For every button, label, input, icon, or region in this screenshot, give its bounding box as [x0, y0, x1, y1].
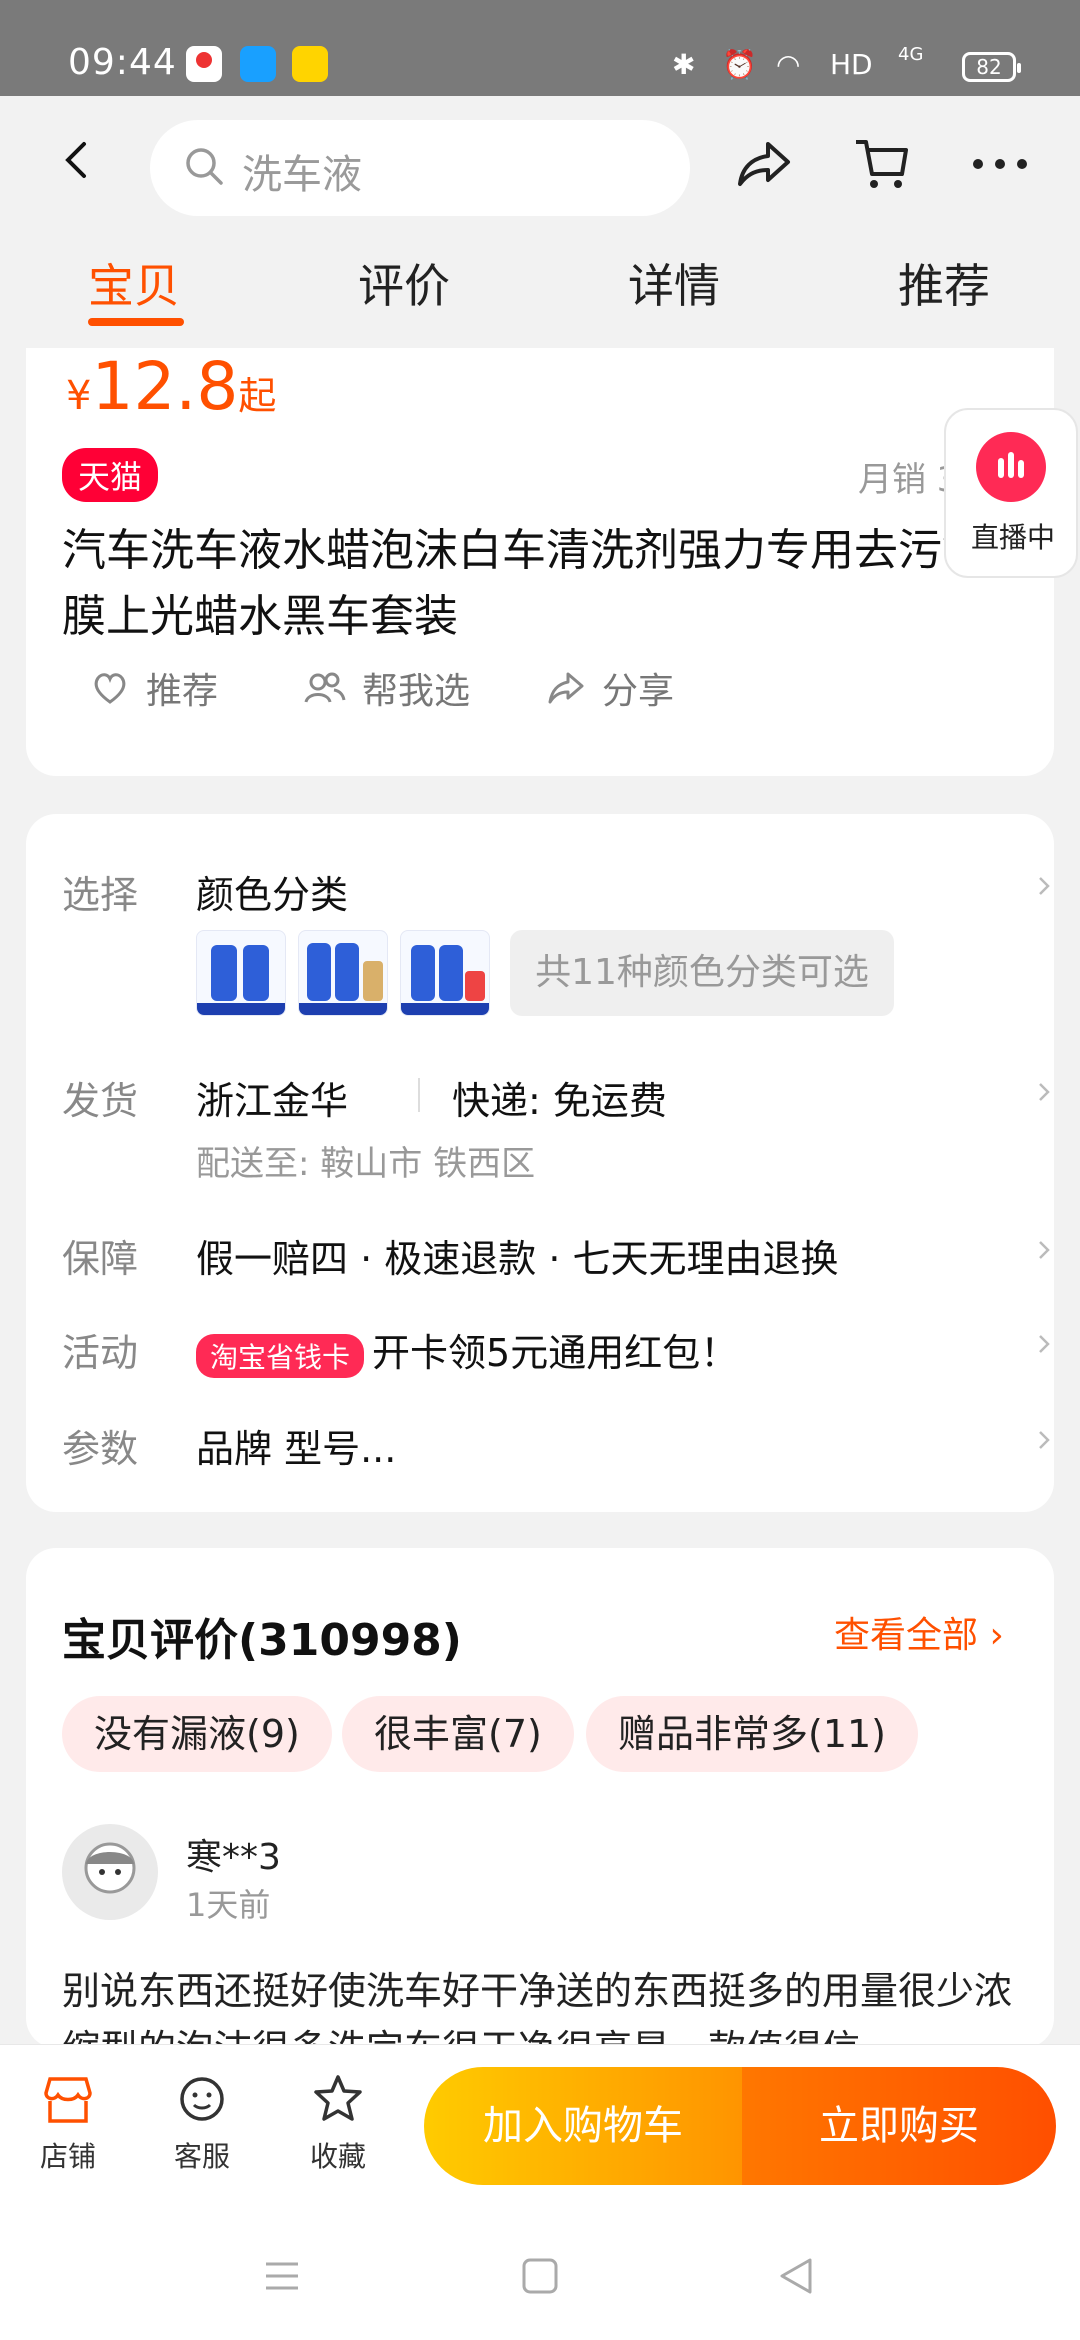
view-all-label: 查看全部	[834, 1615, 979, 1656]
users-icon	[304, 672, 346, 703]
active-tab-indicator	[88, 318, 184, 326]
tab-reviews[interactable]: 评价	[304, 250, 504, 316]
ship-method: 快递: 免运费	[452, 1079, 667, 1123]
guarantee-value: 假一赔四 · 极速退款 · 七天无理由退换	[196, 1237, 839, 1281]
map-app-icon	[186, 46, 222, 82]
status-time: 09:44	[68, 42, 177, 83]
hd-indicator: HD	[830, 48, 873, 81]
promo-content: 淘宝省钱卡 开卡领5元通用红包！	[196, 1322, 738, 1378]
share-icon[interactable]	[734, 134, 794, 194]
menu-icon[interactable]	[262, 2256, 302, 2296]
chevron-right-icon	[1039, 1335, 1050, 1353]
view-all-reviews-link[interactable]: 查看全部 ›	[834, 1606, 1004, 1658]
select-key: 选择	[62, 873, 139, 917]
recommend-button[interactable]: 推荐	[90, 658, 218, 718]
chat-bubble-icon	[180, 2077, 224, 2121]
chevron-right-icon	[1039, 1431, 1050, 1449]
guarantee-row[interactable]: 保障 假一赔四 · 极速退款 · 七天无理由退换	[62, 1228, 1052, 1288]
promo-value: 开卡领5元通用红包！	[372, 1331, 739, 1375]
video-app-icon	[240, 46, 276, 82]
chevron-right-icon	[1039, 1241, 1050, 1259]
search-icon	[186, 148, 223, 185]
divider	[418, 1078, 420, 1112]
tab-recommend[interactable]: 推荐	[844, 250, 1044, 316]
spec-card: 选择 颜色分类 共11种颜色分类可选 发货 浙江金华 快递: 免运费 配送至: …	[26, 814, 1054, 1512]
color-count-button[interactable]: 共11种颜色分类可选	[510, 930, 894, 1016]
music-app-icon	[292, 46, 328, 82]
live-icon	[976, 432, 1046, 502]
shop-button[interactable]: 店铺	[18, 2073, 118, 2175]
service-label: 客服	[173, 2140, 230, 2173]
shop-icon	[44, 2077, 92, 2123]
recommend-label: 推荐	[146, 671, 219, 712]
params-value: 品牌 型号...	[196, 1427, 397, 1471]
product-share-button[interactable]: 分享	[546, 658, 674, 718]
reviews-title: 宝贝评价(310998)	[62, 1615, 462, 1666]
tab-details[interactable]: 详情	[574, 250, 774, 316]
review-time: 1天前	[186, 1886, 271, 1924]
guarantee-key: 保障	[62, 1237, 139, 1281]
chevron-right-icon: ›	[989, 1615, 1004, 1656]
battery-indicator: 82	[962, 52, 1021, 82]
params-key: 参数	[62, 1427, 139, 1471]
wifi-icon: ◠	[776, 48, 801, 81]
reviewer-name: 寒**3	[186, 1837, 281, 1878]
more-icon[interactable]	[970, 134, 1030, 194]
tab-product[interactable]: 宝贝	[34, 250, 234, 316]
price-value: 12.8	[91, 348, 239, 425]
star-icon	[314, 2075, 362, 2121]
status-bar: 09:44 ✱ ⏰ ◠ HD 4G 82	[0, 0, 1080, 96]
review-tag[interactable]: 赠品非常多(11)	[586, 1696, 919, 1772]
select-value: 颜色分类	[196, 873, 349, 917]
review-tag[interactable]: 没有漏液(9)	[62, 1696, 332, 1772]
customer-service-button[interactable]: 客服	[152, 2073, 252, 2175]
share-small-icon	[548, 672, 584, 704]
color-option-thumb[interactable]	[298, 930, 388, 1016]
price: ¥12.8起	[66, 348, 276, 425]
favorite-button[interactable]: 收藏	[288, 2073, 388, 2175]
savings-card-tag: 淘宝省钱卡	[196, 1333, 365, 1378]
color-option-thumb[interactable]	[196, 930, 286, 1016]
tmall-badge: 天猫	[62, 448, 159, 502]
product-title: 汽车洗车液水蜡泡沫白车清洗剂强力专用去污镀膜上光蜡水黑车套装	[62, 525, 986, 642]
avatar[interactable]	[62, 1824, 158, 1920]
price-suffix: 起	[238, 374, 277, 418]
shipping-key: 发货	[62, 1079, 139, 1123]
search-input[interactable]: 洗车液	[150, 120, 690, 216]
buy-now-button[interactable]: 立即购买	[742, 2067, 1056, 2185]
signal-label: 4G	[898, 44, 924, 65]
params-row[interactable]: 参数 品牌 型号...	[62, 1418, 1052, 1478]
ship-from: 浙江金华	[196, 1079, 349, 1123]
shop-label: 店铺	[39, 2140, 96, 2173]
section-tabs: 宝贝 评价 详情 推荐	[0, 250, 1080, 340]
review-tag[interactable]: 很丰富(7)	[342, 1696, 574, 1772]
search-placeholder: 洗车液	[242, 152, 362, 198]
promo-row[interactable]: 活动 淘宝省钱卡 开卡领5元通用红包！	[62, 1322, 1052, 1382]
help-choose-label: 帮我选	[362, 671, 471, 712]
alarm-icon: ⏰	[722, 48, 757, 81]
home-icon[interactable]	[520, 2256, 560, 2296]
cart-icon[interactable]	[852, 134, 912, 194]
ship-to: 配送至: 鞍山市 铁西区	[196, 1144, 536, 1184]
product-summary-card: ¥12.8起 天猫 月销 3万 汽车洗车液水蜡泡沫白车清洗剂强力专用去污镀膜上光…	[26, 348, 1054, 776]
chevron-right-icon	[1039, 1083, 1050, 1101]
bottom-action-bar: 店铺 客服 收藏 加入购物车 立即购买	[0, 2044, 1080, 2214]
chevron-right-icon	[1039, 877, 1050, 895]
live-label: 直播中	[970, 521, 1055, 554]
favorite-label: 收藏	[309, 2140, 366, 2173]
add-to-cart-button[interactable]: 加入购物车	[424, 2067, 742, 2185]
currency-symbol: ¥	[66, 373, 92, 419]
live-stream-button[interactable]: 直播中	[944, 408, 1078, 578]
color-option-thumb[interactable]	[400, 930, 490, 1016]
help-choose-button[interactable]: 帮我选	[302, 658, 470, 718]
back-triangle-icon[interactable]	[776, 2256, 816, 2296]
share-label: 分享	[602, 671, 675, 712]
reviews-card: 宝贝评价(310998) 查看全部 › 没有漏液(9) 很丰富(7) 赠品非常多…	[26, 1548, 1054, 2062]
system-nav-bar	[0, 2214, 1080, 2340]
heart-icon	[94, 673, 126, 704]
promo-key: 活动	[62, 1331, 139, 1375]
back-arrow-icon[interactable]	[58, 140, 98, 180]
shipping-row[interactable]: 发货 浙江金华 快递: 免运费 配送至: 鞍山市 铁西区	[62, 1070, 1052, 1190]
bluetooth-icon: ✱	[672, 48, 696, 81]
